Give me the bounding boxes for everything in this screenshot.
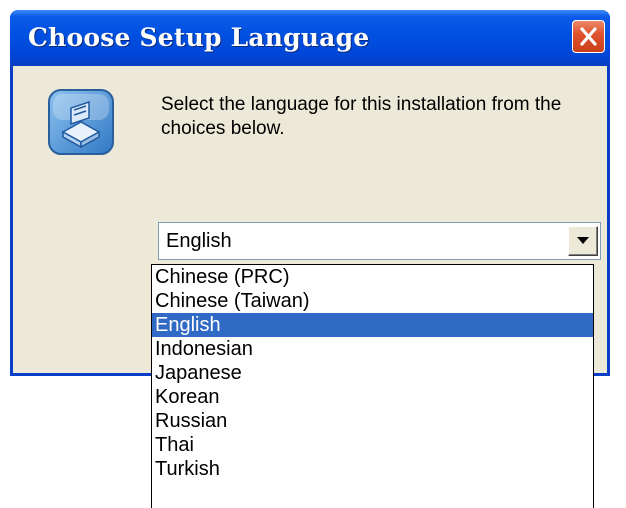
option-english[interactable]: English [152,313,593,337]
close-icon [580,27,597,46]
dropdown-button[interactable] [568,226,598,256]
selected-language: English [166,230,232,252]
option-indonesian[interactable]: Indonesian [152,337,593,361]
instruction-text: Select the language for this installatio… [161,94,562,139]
option-chinese-taiwan[interactable]: Chinese (Taiwan) [152,289,593,313]
option-turkish[interactable]: Turkish [152,457,593,481]
title-bar[interactable]: Choose Setup Language [10,10,610,66]
option-japanese[interactable]: Japanese [152,361,593,385]
chevron-down-icon [577,237,589,244]
option-thai[interactable]: Thai [152,433,593,457]
setup-installer-icon [48,89,114,155]
window-title: Choose Setup Language [28,23,370,52]
close-button[interactable] [572,20,605,53]
language-select[interactable]: English [158,222,601,260]
option-chinese-prc[interactable]: Chinese (PRC) [152,265,593,289]
option-russian[interactable]: Russian [152,409,593,433]
option-korean[interactable]: Korean [152,385,593,409]
language-dropdown-list[interactable]: Chinese (PRC) Chinese (Taiwan) English I… [151,264,594,508]
